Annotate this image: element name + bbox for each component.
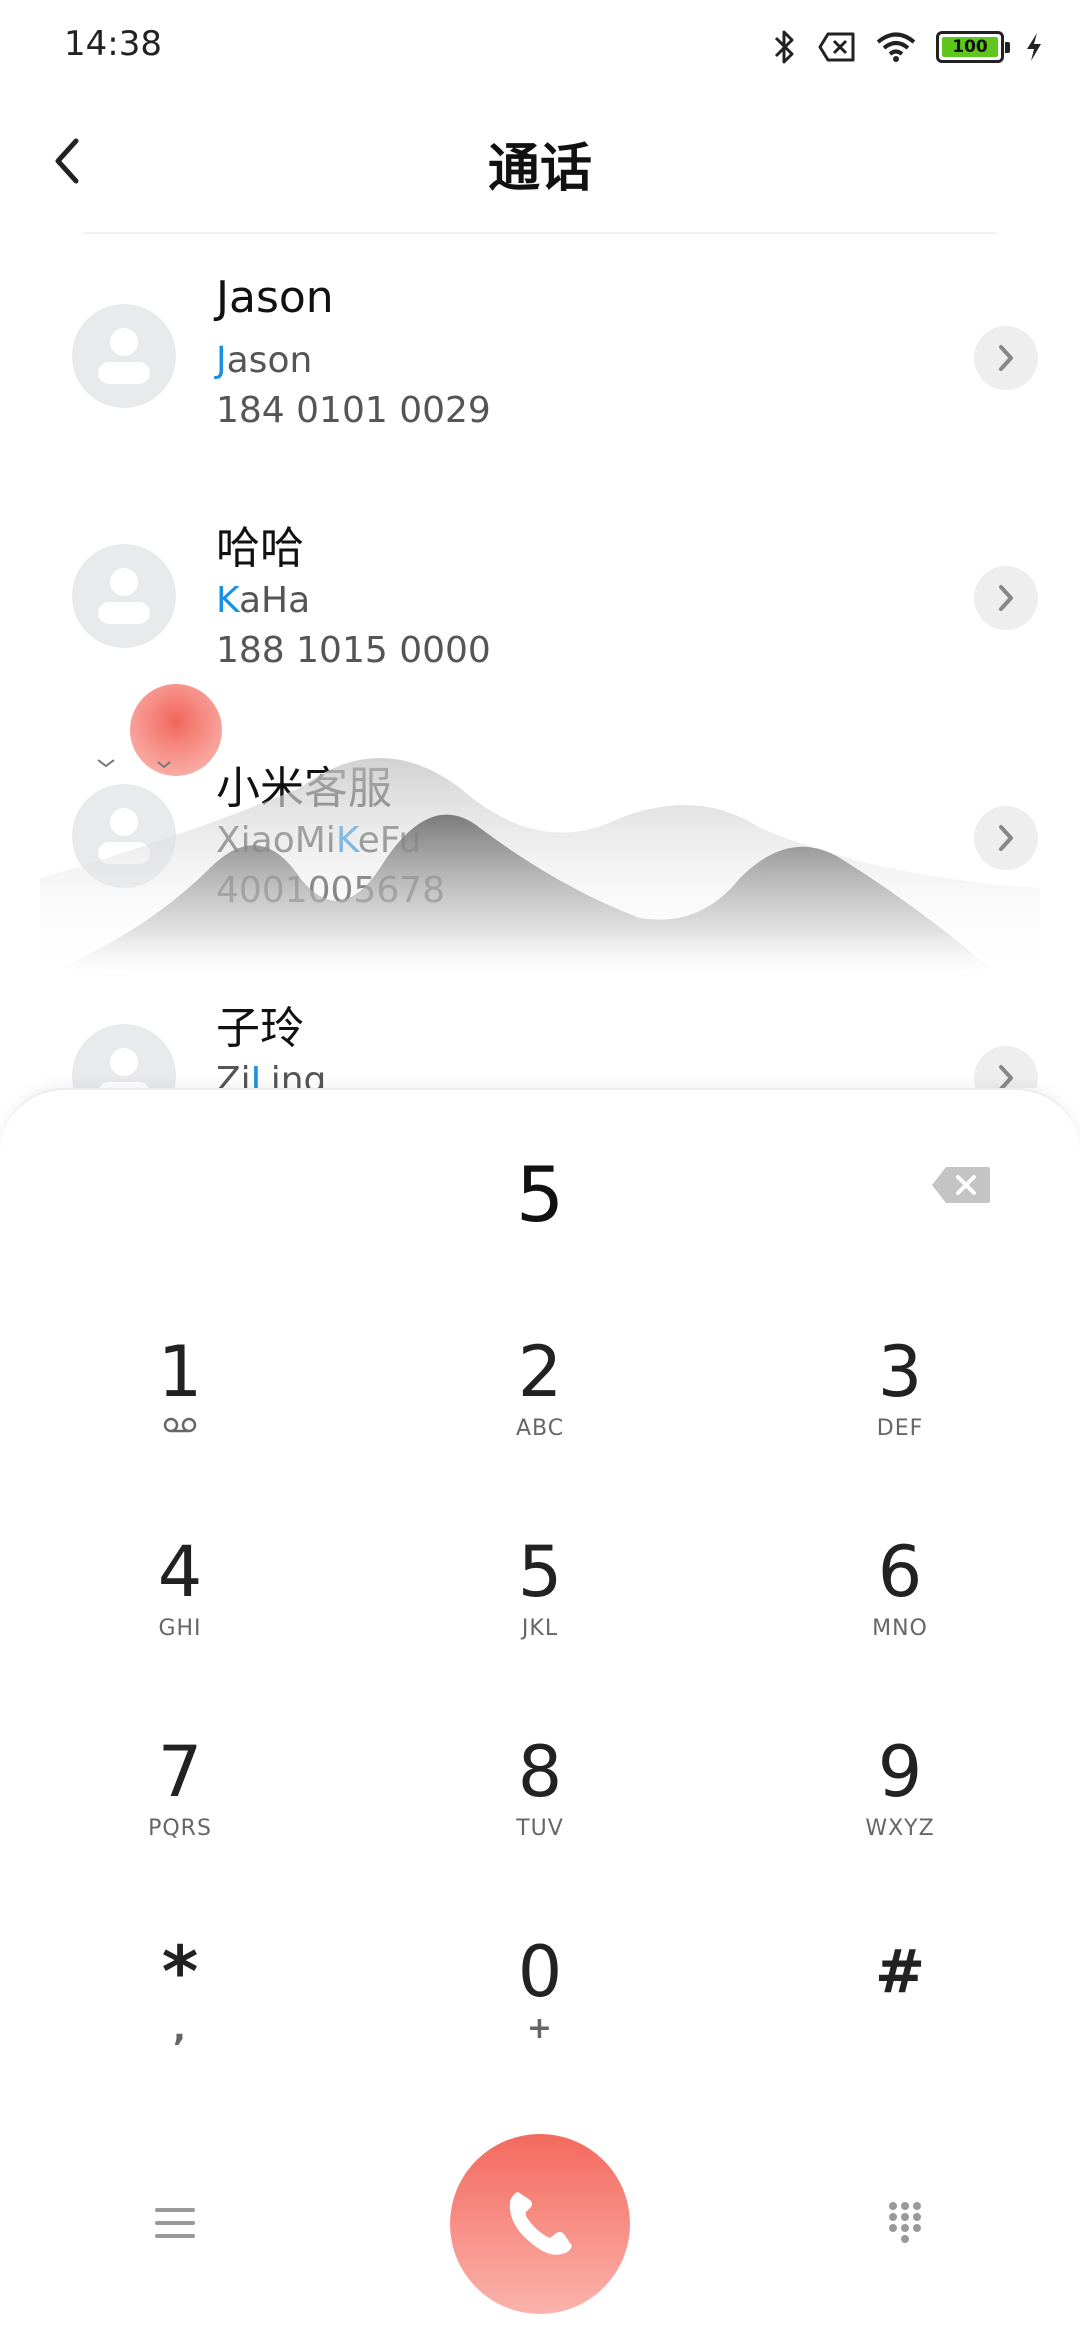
avatar — [72, 304, 176, 408]
key-8[interactable]: 8 TUV — [430, 1730, 650, 1890]
page-title: 通话 — [487, 139, 592, 199]
avatar — [72, 1024, 176, 1088]
dialpad-icon — [889, 2202, 921, 2243]
contact-detail-button[interactable] — [974, 566, 1038, 630]
phone-handset-icon — [509, 2192, 572, 2255]
key-hash[interactable]: # — [790, 1930, 1010, 2090]
status-icons: 100 — [772, 24, 1044, 70]
dial-number-display[interactable]: 5 — [0, 1150, 1080, 1239]
avatar — [72, 784, 176, 888]
contact-pinyin: XiaoMiKeFu — [216, 820, 422, 861]
contact-list[interactable]: Jason Jason 184 0101 0029 哈哈 KaHa 188 10… — [0, 238, 1080, 1088]
bluetooth-icon — [772, 28, 798, 66]
status-bar: 14:38 100 — [0, 0, 1080, 96]
dialer-bottom-bar — [0, 2130, 1080, 2330]
pinyin-match: L — [250, 1060, 271, 1088]
key-9[interactable]: 9 WXYZ — [790, 1730, 1010, 1890]
key-0[interactable]: 0 + — [430, 1930, 650, 2090]
hamburger-menu-icon — [155, 2208, 195, 2238]
charging-icon — [1024, 31, 1044, 63]
menu-button[interactable] — [144, 2192, 206, 2254]
call-button[interactable] — [450, 2134, 630, 2314]
contact-name: 小米客服 — [216, 763, 392, 814]
contact-pinyin: KaHa — [216, 580, 311, 621]
key-1[interactable]: 1 — [70, 1330, 290, 1490]
chevron-right-icon — [999, 345, 1013, 371]
pinyin-match: K — [335, 820, 358, 861]
pinyin-match: K — [216, 580, 239, 621]
contact-detail-button[interactable] — [974, 806, 1038, 870]
backspace-button[interactable] — [928, 1162, 994, 1208]
contact-row[interactable]: Jason Jason 184 0101 0029 — [0, 238, 1080, 478]
contact-number: 4001005678 — [216, 870, 446, 911]
header-divider — [84, 232, 996, 234]
contact-pinyin: Jason — [216, 340, 313, 381]
avatar — [72, 544, 176, 648]
contact-row[interactable]: 小米客服 XiaoMiKeFu 4001005678 — [0, 718, 1080, 958]
key-star[interactable]: * , — [70, 1930, 290, 2090]
key-5[interactable]: 5 JKL — [430, 1530, 650, 1690]
key-7[interactable]: 7 PQRS — [70, 1730, 290, 1890]
contact-detail-button[interactable] — [974, 1046, 1038, 1088]
contact-detail-button[interactable] — [974, 326, 1038, 390]
contact-number: 184 0101 0029 — [216, 390, 491, 431]
chevron-right-icon — [999, 825, 1013, 851]
status-time: 14:38 — [64, 24, 162, 64]
backspace-icon — [932, 1167, 990, 1203]
battery-level: 100 — [952, 37, 988, 57]
key-3[interactable]: 3 DEF — [790, 1330, 1010, 1490]
contact-name: Jason — [216, 272, 334, 323]
chevron-right-icon — [999, 585, 1013, 611]
voicemail-icon — [163, 1417, 197, 1433]
dialer-panel: 5 1 2 ABC 3 DEF 4 GHI 5 JKL 6 MNO 7 PQRS… — [0, 1088, 1080, 2340]
chevron-right-icon — [999, 1065, 1013, 1088]
contact-row[interactable]: 子玲 ZiLing — [0, 958, 1080, 1088]
wifi-icon — [876, 31, 916, 63]
key-4[interactable]: 4 GHI — [70, 1530, 290, 1690]
contact-name: 子玲 — [216, 1003, 304, 1054]
contact-number: 188 1015 0000 — [216, 630, 491, 671]
header: 通话 — [0, 96, 1080, 236]
contact-name: 哈哈 — [216, 523, 304, 574]
key-6[interactable]: 6 MNO — [790, 1530, 1010, 1690]
contact-pinyin: ZiLing — [216, 1060, 326, 1088]
keypad-toggle-button[interactable] — [874, 2192, 936, 2254]
sim-error-icon — [818, 31, 856, 63]
key-2[interactable]: 2 ABC — [430, 1330, 650, 1490]
contact-row[interactable]: 哈哈 KaHa 188 1015 0000 — [0, 478, 1080, 718]
pinyin-match: J — [216, 340, 227, 381]
battery-icon: 100 — [936, 31, 1010, 63]
